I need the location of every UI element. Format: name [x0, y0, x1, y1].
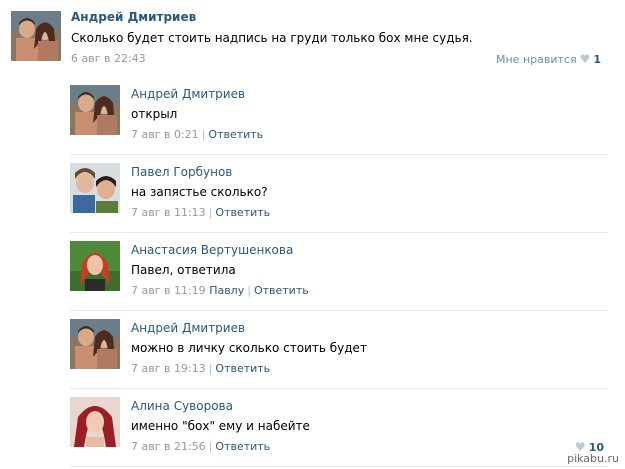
reply-button[interactable]: Ответить [215, 440, 270, 453]
like-button[interactable]: Мне нравится ♥ 1 [496, 52, 601, 66]
avatar[interactable] [11, 11, 61, 61]
avatar[interactable] [70, 241, 120, 291]
comment-text: открыл [131, 107, 178, 121]
comment-date[interactable]: 7 авг в 0:21 [131, 128, 199, 141]
divider [70, 388, 608, 389]
comment-meta: 7 авг в 11:13 | Ответить [131, 206, 270, 219]
comment-date[interactable]: 7 авг в 11:19 [131, 284, 206, 297]
avatar[interactable] [70, 319, 120, 369]
avatar[interactable] [70, 85, 120, 135]
avatar-photo-icon [70, 163, 120, 213]
comment-author[interactable]: Павел Горбунов [131, 165, 232, 179]
avatar-photo-icon [70, 319, 120, 369]
comment: Андрей Дмитриев можно в личку сколько ст… [70, 312, 610, 390]
post-author[interactable]: Андрей Дмитриев [71, 10, 196, 24]
comment-author[interactable]: Алина Суворова [131, 399, 233, 413]
post-text: Сколько будет стоить надпись на груди то… [71, 31, 473, 45]
comment-text: именно "бох" ему и набейте [131, 419, 310, 433]
comment: Павел Горбунов на запястье сколько? 7 ав… [70, 156, 610, 234]
comment-meta: 7 авг в 21:56 | Ответить [131, 440, 270, 453]
avatar[interactable] [70, 397, 120, 447]
comment-meta: 7 авг в 0:21 | Ответить [131, 128, 263, 141]
comment-meta: 7 авг в 19:13 | Ответить [131, 362, 270, 375]
comment-author[interactable]: Анастасия Вертушенкова [131, 243, 293, 257]
like-count: 1 [593, 52, 601, 66]
divider [70, 154, 608, 155]
like-label: Мне нравится [496, 52, 577, 66]
heart-icon: ♥ [579, 52, 591, 66]
comment-author[interactable]: Андрей Дмитриев [131, 321, 245, 335]
divider [70, 232, 608, 233]
avatar-photo-icon [70, 85, 120, 135]
separator: | [208, 206, 213, 219]
separator: | [208, 362, 213, 375]
comment: Андрей Дмитриев открыл 7 авг в 0:21 | Отве… [70, 78, 610, 156]
comment-text: Павел, ответила [131, 263, 236, 277]
post-date[interactable]: 6 авг в 22:43 [71, 52, 146, 65]
comment-text: можно в личку сколько стоить будет [131, 341, 367, 355]
avatar-photo-icon [70, 241, 120, 291]
separator: | [208, 440, 213, 453]
avatar-photo-icon [70, 397, 120, 447]
reply-button[interactable]: Ответить [208, 128, 263, 141]
comment: Алина Суворова именно "бох" ему и набейт… [70, 390, 610, 468]
watermark: pikabu.ru [567, 452, 619, 465]
comment-date[interactable]: 7 авг в 11:13 [131, 206, 206, 219]
avatar[interactable] [70, 163, 120, 213]
reply-button[interactable]: Ответить [215, 362, 270, 375]
comment-text: на запястье сколько? [131, 185, 268, 199]
comment-date[interactable]: 7 авг в 19:13 [131, 362, 206, 375]
reply-button[interactable]: Ответить [254, 284, 309, 297]
comment-meta: 7 авг в 11:19 Павлу | Ответить [131, 284, 309, 297]
reply-to-link[interactable]: Павлу [209, 284, 244, 297]
comment-date[interactable]: 7 авг в 21:56 [131, 440, 206, 453]
divider [70, 310, 608, 311]
separator: | [247, 284, 251, 297]
divider [70, 466, 608, 467]
reply-button[interactable]: Ответить [215, 206, 270, 219]
comment-author[interactable]: Андрей Дмитриев [131, 87, 245, 101]
comment: Анастасия Вертушенкова Павел, ответила 7… [70, 234, 610, 312]
separator: | [201, 128, 206, 141]
avatar-photo-icon [11, 11, 61, 61]
